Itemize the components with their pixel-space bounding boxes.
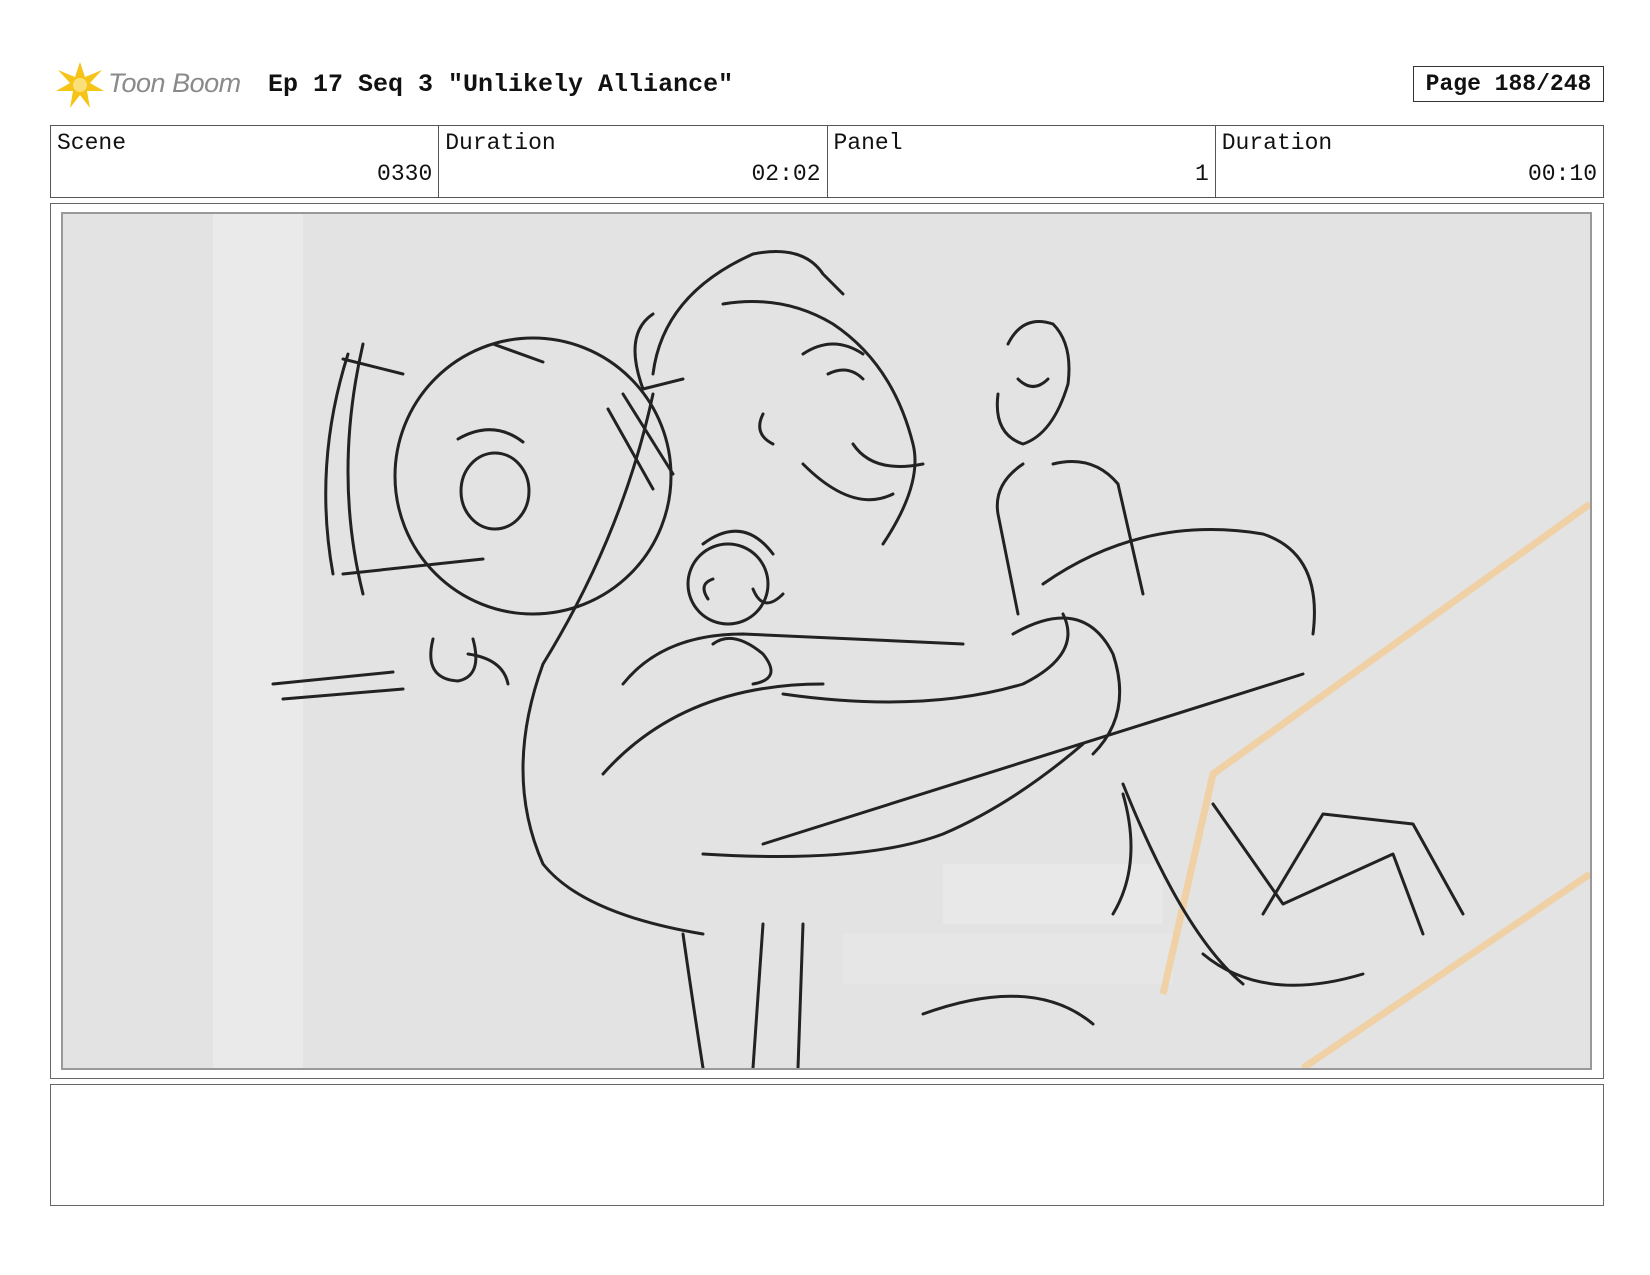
panel-duration-value: 00:10 <box>1527 161 1597 187</box>
page-number-box: Page 188/248 <box>1413 66 1604 102</box>
panel-cell: Panel 1 <box>828 126 1216 197</box>
storyboard-panel-image <box>61 212 1592 1070</box>
panel-value: 1 <box>1194 161 1209 187</box>
toon-boom-logo: Toon Boom <box>54 56 249 112</box>
scene-label: Scene <box>57 130 127 156</box>
scene-cell: Scene 0330 <box>51 126 440 197</box>
scene-duration-cell: Duration 02:02 <box>439 126 828 197</box>
scene-info-row: Scene 0330 Duration 02:02 Panel 1 Durati… <box>50 125 1604 198</box>
panel-duration-label: Duration <box>1221 130 1333 156</box>
storyboard-panel-frame <box>50 203 1604 1079</box>
panel-notes-box <box>50 1084 1604 1206</box>
scene-duration-label: Duration <box>445 130 556 156</box>
page-title: Ep 17 Seq 3 "Unlikely Alliance" <box>268 70 734 99</box>
starburst-icon <box>56 62 104 108</box>
sketch-drawing <box>63 214 1590 1068</box>
panel-duration-cell: Duration 00:10 <box>1216 126 1603 197</box>
page-number: Page 188/248 <box>1425 71 1592 97</box>
scene-duration-value: 02:02 <box>751 161 821 187</box>
logo-text: Toon Boom <box>108 68 241 98</box>
panel-label: Panel <box>833 130 903 156</box>
scene-value: 0330 <box>377 161 433 187</box>
